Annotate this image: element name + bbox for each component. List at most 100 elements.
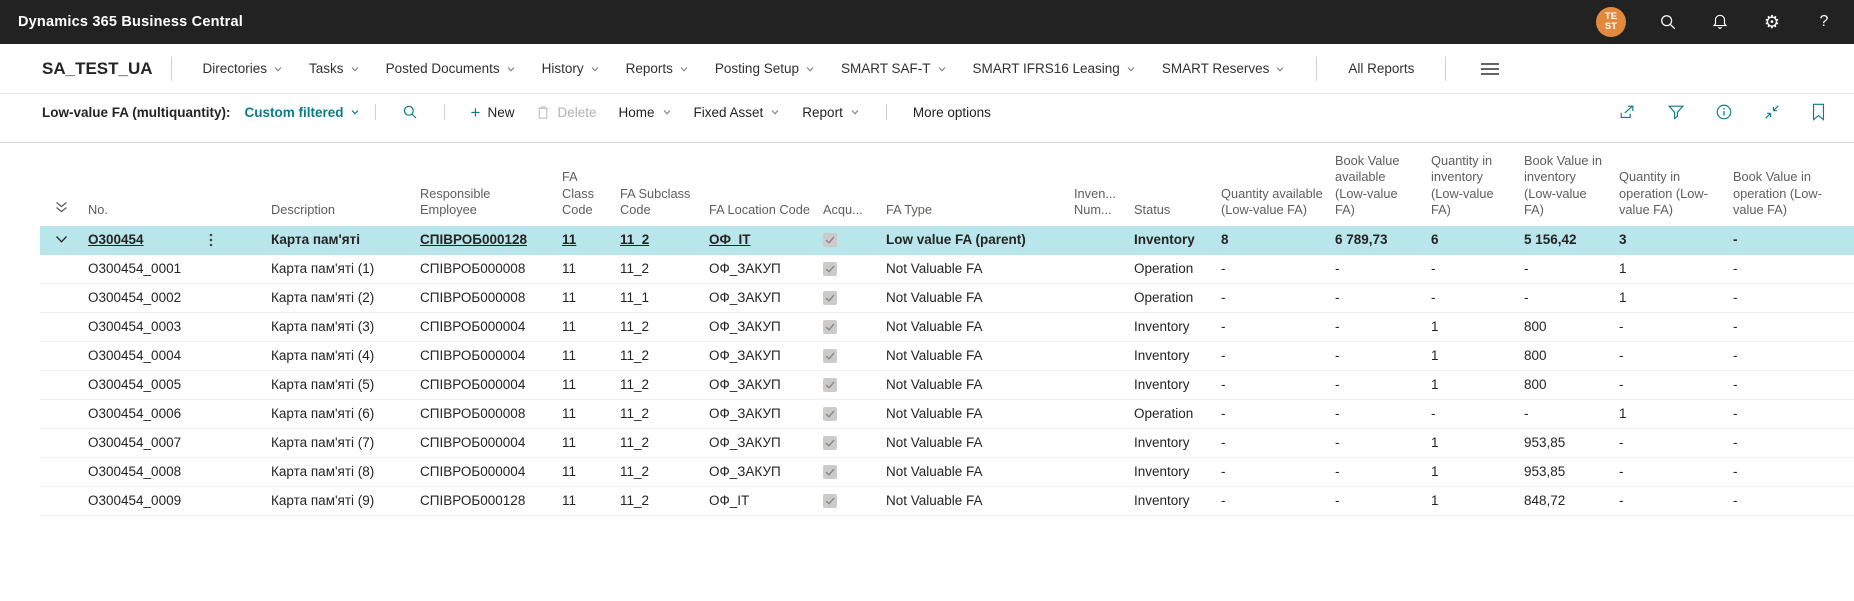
column-header-fa-subclass-code[interactable]: FA Subclass Code [620,186,709,219]
cell-description[interactable]: Карта пам'яті (9) [271,493,420,508]
cell-no[interactable]: O300454_0008 [88,464,271,479]
cell-fa-class[interactable]: 11 [562,319,620,334]
cell-no[interactable]: O300454_0004 [88,348,271,363]
cell-fa-class[interactable]: 11 [562,261,620,276]
cell-bv-available[interactable]: - [1335,290,1431,305]
cell-bv-inventory[interactable]: 800 [1524,377,1619,392]
nav-item-tasks[interactable]: Tasks [309,61,360,76]
cell-employee[interactable]: СПІВРОБ000128 [420,493,562,508]
column-header-description[interactable]: Description [271,202,420,218]
collapse-icon[interactable] [1763,103,1781,121]
cell-fa-class[interactable]: 11 [562,377,620,392]
cell-fa-subclass[interactable]: 11_2 [620,435,709,450]
filter-state-button[interactable]: Custom filtered [245,105,360,120]
cell-no[interactable]: O300454_0006 [88,406,271,421]
column-header-no[interactable]: No. [88,202,271,218]
cell-bv-available[interactable]: - [1335,261,1431,276]
column-header-quantity-available-low-value-fa[interactable]: Quantity available (Low-value FA) [1221,186,1335,219]
cell-acquired[interactable] [823,349,886,363]
cell-fa-subclass[interactable]: 11_2 [620,319,709,334]
cell-qty-operation[interactable]: - [1619,348,1733,363]
cell-qty-available[interactable]: 8 [1221,232,1335,247]
cell-qty-inventory[interactable]: 1 [1431,377,1524,392]
cell-fa-type[interactable]: Not Valuable FA [886,493,1074,508]
cell-bv-inventory[interactable]: 800 [1524,348,1619,363]
table-row[interactable]: O300454Карта пам'ятіСПІВРОБ0001281111_2О… [40,226,1854,255]
cell-fa-subclass[interactable]: 11_2 [620,464,709,479]
cell-qty-operation[interactable]: - [1619,464,1733,479]
column-header-inven-num[interactable]: Inven... Num... [1074,186,1134,219]
cell-fa-location[interactable]: ОФ_ЗАКУП [709,290,823,305]
table-row[interactable]: O300454_0003Карта пам'яті (3)СПІВРОБ0000… [40,313,1854,342]
nav-item-history[interactable]: History [542,61,600,76]
cell-description[interactable]: Карта пам'яті (5) [271,377,420,392]
info-icon[interactable] [1715,103,1733,121]
table-row[interactable]: O300454_0004Карта пам'яті (4)СПІВРОБ0000… [40,342,1854,371]
notifications-icon[interactable] [1710,12,1730,32]
share-icon[interactable] [1618,103,1637,121]
cell-description[interactable]: Карта пам'яті (6) [271,406,420,421]
cell-acquired[interactable] [823,320,886,334]
cell-employee[interactable]: СПІВРОБ000004 [420,319,562,334]
menu-icon[interactable] [1480,62,1500,76]
column-header-responsible-employee[interactable]: Responsible Employee [420,186,562,219]
cell-acquired[interactable] [823,436,886,450]
cell-bv-inventory[interactable]: - [1524,406,1619,421]
cell-acquired[interactable] [823,407,886,421]
column-header-fa-class-code[interactable]: FA Class Code [562,169,620,218]
search-icon[interactable] [1658,12,1678,32]
cell-no[interactable]: O300454_0002 [88,290,271,305]
cell-status[interactable]: Inventory [1134,464,1221,479]
nav-item-smart-saf-t[interactable]: SMART SAF-T [841,61,947,76]
table-row[interactable]: O300454_0009Карта пам'яті (9)СПІВРОБ0001… [40,487,1854,516]
cell-employee[interactable]: СПІВРОБ000004 [420,348,562,363]
nav-item-posting-setup[interactable]: Posting Setup [715,61,815,76]
cell-description[interactable]: Карта пам'яті (7) [271,435,420,450]
cell-qty-inventory[interactable]: 1 [1431,493,1524,508]
cell-qty-operation[interactable]: - [1619,435,1733,450]
cell-qty-operation[interactable]: - [1619,319,1733,334]
cell-no[interactable]: O300454_0003 [88,319,271,334]
cell-fa-location[interactable]: ОФ_ЗАКУП [709,435,823,450]
avatar[interactable]: TE ST [1596,7,1626,37]
cell-description[interactable]: Карта пам'яті (1) [271,261,420,276]
cell-fa-subclass[interactable]: 11_2 [620,232,709,247]
cell-bv-available[interactable]: 6 789,73 [1335,232,1431,247]
table-row[interactable]: O300454_0005Карта пам'яті (5)СПІВРОБ0000… [40,371,1854,400]
cell-status[interactable]: Operation [1134,261,1221,276]
cell-bv-inventory[interactable]: 953,85 [1524,464,1619,479]
cell-fa-type[interactable]: Not Valuable FA [886,348,1074,363]
cell-bv-inventory[interactable]: 5 156,42 [1524,232,1619,247]
cell-bv-available[interactable]: - [1335,464,1431,479]
nav-item-smart-reserves[interactable]: SMART Reserves [1162,61,1286,76]
cell-qty-available[interactable]: - [1221,493,1335,508]
cell-qty-inventory[interactable]: 1 [1431,319,1524,334]
cell-bv-available[interactable]: - [1335,435,1431,450]
cell-description[interactable]: Карта пам'яті (4) [271,348,420,363]
select-all-control[interactable] [40,201,88,219]
cell-bv-available[interactable]: - [1335,348,1431,363]
column-header-book-value-in-operation-low-value-fa[interactable]: Book Value in operation (Low-value FA) [1733,169,1854,218]
cell-employee[interactable]: СПІВРОБ000008 [420,406,562,421]
new-button[interactable]: + New [471,104,515,121]
cell-fa-subclass[interactable]: 11_1 [620,290,709,305]
column-header-quantity-in-operation-low-value-fa[interactable]: Quantity in operation (Low-value FA) [1619,169,1733,218]
cell-bv-operation[interactable]: - [1733,464,1854,479]
cell-qty-operation[interactable]: - [1619,377,1733,392]
cell-bv-inventory[interactable]: - [1524,290,1619,305]
table-row[interactable]: O300454_0006Карта пам'яті (6)СПІВРОБ0000… [40,400,1854,429]
cell-fa-location[interactable]: ОФ_ЗАКУП [709,319,823,334]
cell-fa-location[interactable]: ОФ_ЗАКУП [709,464,823,479]
cell-bv-inventory[interactable]: 848,72 [1524,493,1619,508]
cell-qty-inventory[interactable]: 1 [1431,464,1524,479]
help-icon[interactable]: ? [1814,12,1834,32]
cell-employee[interactable]: СПІВРОБ000004 [420,435,562,450]
cell-qty-available[interactable]: - [1221,348,1335,363]
cell-fa-type[interactable]: Not Valuable FA [886,261,1074,276]
nav-item-directories[interactable]: Directories [203,61,284,76]
cell-status[interactable]: Inventory [1134,232,1221,247]
cell-no[interactable]: O300454_0001 [88,261,271,276]
cell-employee[interactable]: СПІВРОБ000008 [420,290,562,305]
cell-status[interactable]: Inventory [1134,319,1221,334]
table-row[interactable]: O300454_0007Карта пам'яті (7)СПІВРОБ0000… [40,429,1854,458]
